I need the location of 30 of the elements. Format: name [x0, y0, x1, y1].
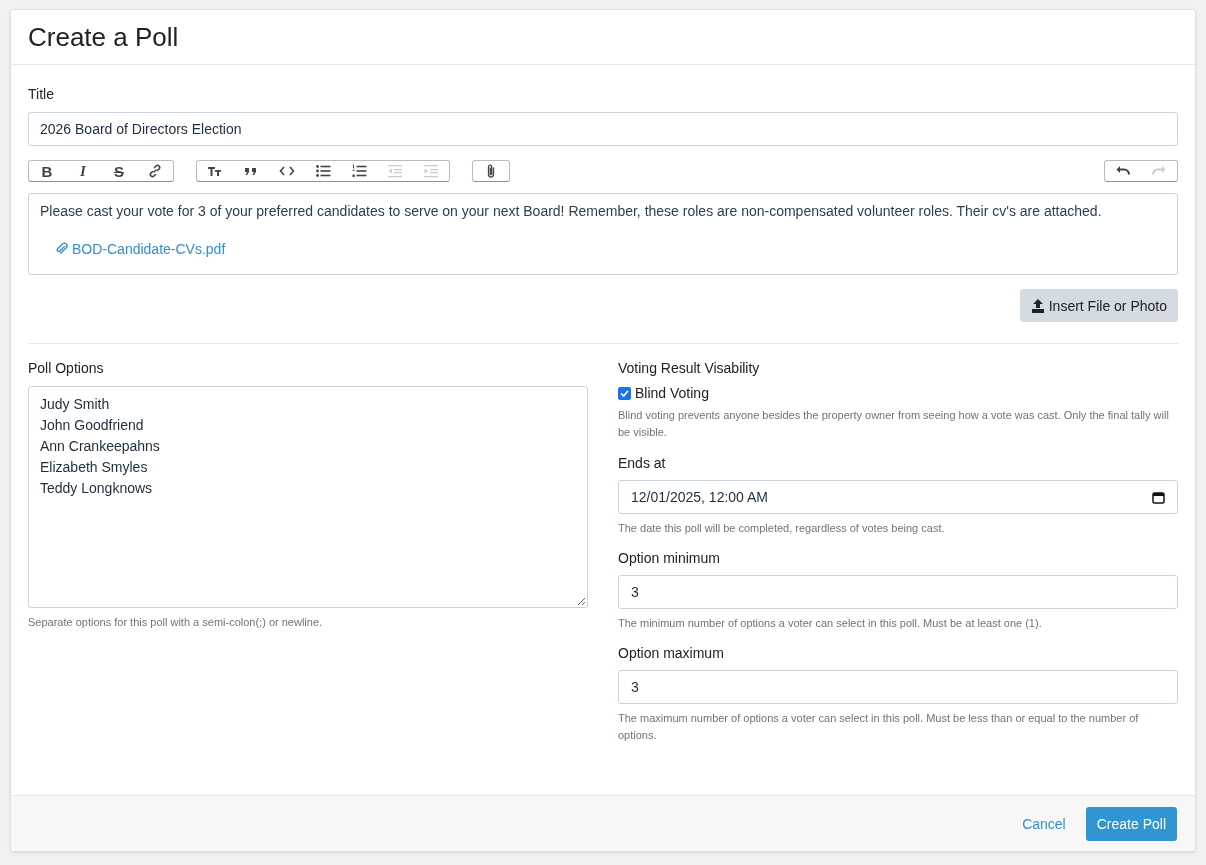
editor-field[interactable]: Please cast your vote for 3 of your preferred candidates to serve on your next Board! Remember, these roles are non-compensated volunteer roles. Their cv's are attached. BOD-Candidate-CVs.pdf	[28, 193, 1178, 275]
poll-options-field[interactable]: Judy Smith John Goodfriend Ann Crankeepahns Elizabeth Smyles Teddy Longknows	[28, 386, 588, 608]
upload-icon	[1030, 298, 1045, 313]
field-label: Title	[28, 86, 55, 102]
field-label: Ends at	[618, 455, 667, 471]
title-field[interactable]: 2026 Board of Directors Election	[28, 112, 1178, 146]
resize-grip-icon[interactable]	[578, 598, 585, 605]
italic-button[interactable]: I	[65, 161, 101, 181]
calendar-icon[interactable]	[1152, 490, 1165, 504]
checkbox[interactable]	[618, 386, 631, 400]
insert-file-button[interactable]: Insert File or Photo	[1019, 289, 1178, 322]
help-text: The minimum number of options a voter can select in this poll. Must be at least one (1).	[618, 616, 1043, 631]
help-text: The date this poll will be completed, regardless of votes being cast.	[618, 521, 946, 536]
number-field[interactable]: 3	[618, 575, 1178, 609]
number-field[interactable]: 3	[618, 670, 1178, 704]
description-text: Please cast your vote for 3 of your preferred candidates to serve on your next Board! Remember, these roles are non-compensated volunteer roles. Their cv's are attached.	[40, 203, 1103, 219]
paperclip-icon	[54, 242, 68, 256]
strikethrough-button[interactable]: S	[101, 161, 137, 181]
field-label: Option minimum	[618, 550, 721, 566]
window-title: Create a Poll	[28, 22, 179, 53]
help-text: Separate options for this poll with a semi-colon(;) or newline.	[28, 615, 324, 630]
attachment-link[interactable]: BOD-Candidate-CVs.pdf	[72, 241, 226, 257]
field-label: Poll Options	[28, 360, 105, 376]
field-label: Voting Result Visability	[618, 360, 761, 376]
field-label: Option maximum	[618, 645, 725, 661]
help-text: The maximum number of options a voter can select in this poll. Must be less than or equal to the number of options.	[618, 711, 1140, 743]
bold-button[interactable]: B	[29, 161, 65, 181]
checkbox-label[interactable]: Blind Voting	[635, 385, 709, 401]
date-field[interactable]: 12/01/2025, 12:00 AM	[618, 480, 1178, 514]
help-text: Blind voting prevents anyone besides the property owner from seeing how a vote was cast. Only the final tally will be visible.	[618, 408, 1170, 440]
